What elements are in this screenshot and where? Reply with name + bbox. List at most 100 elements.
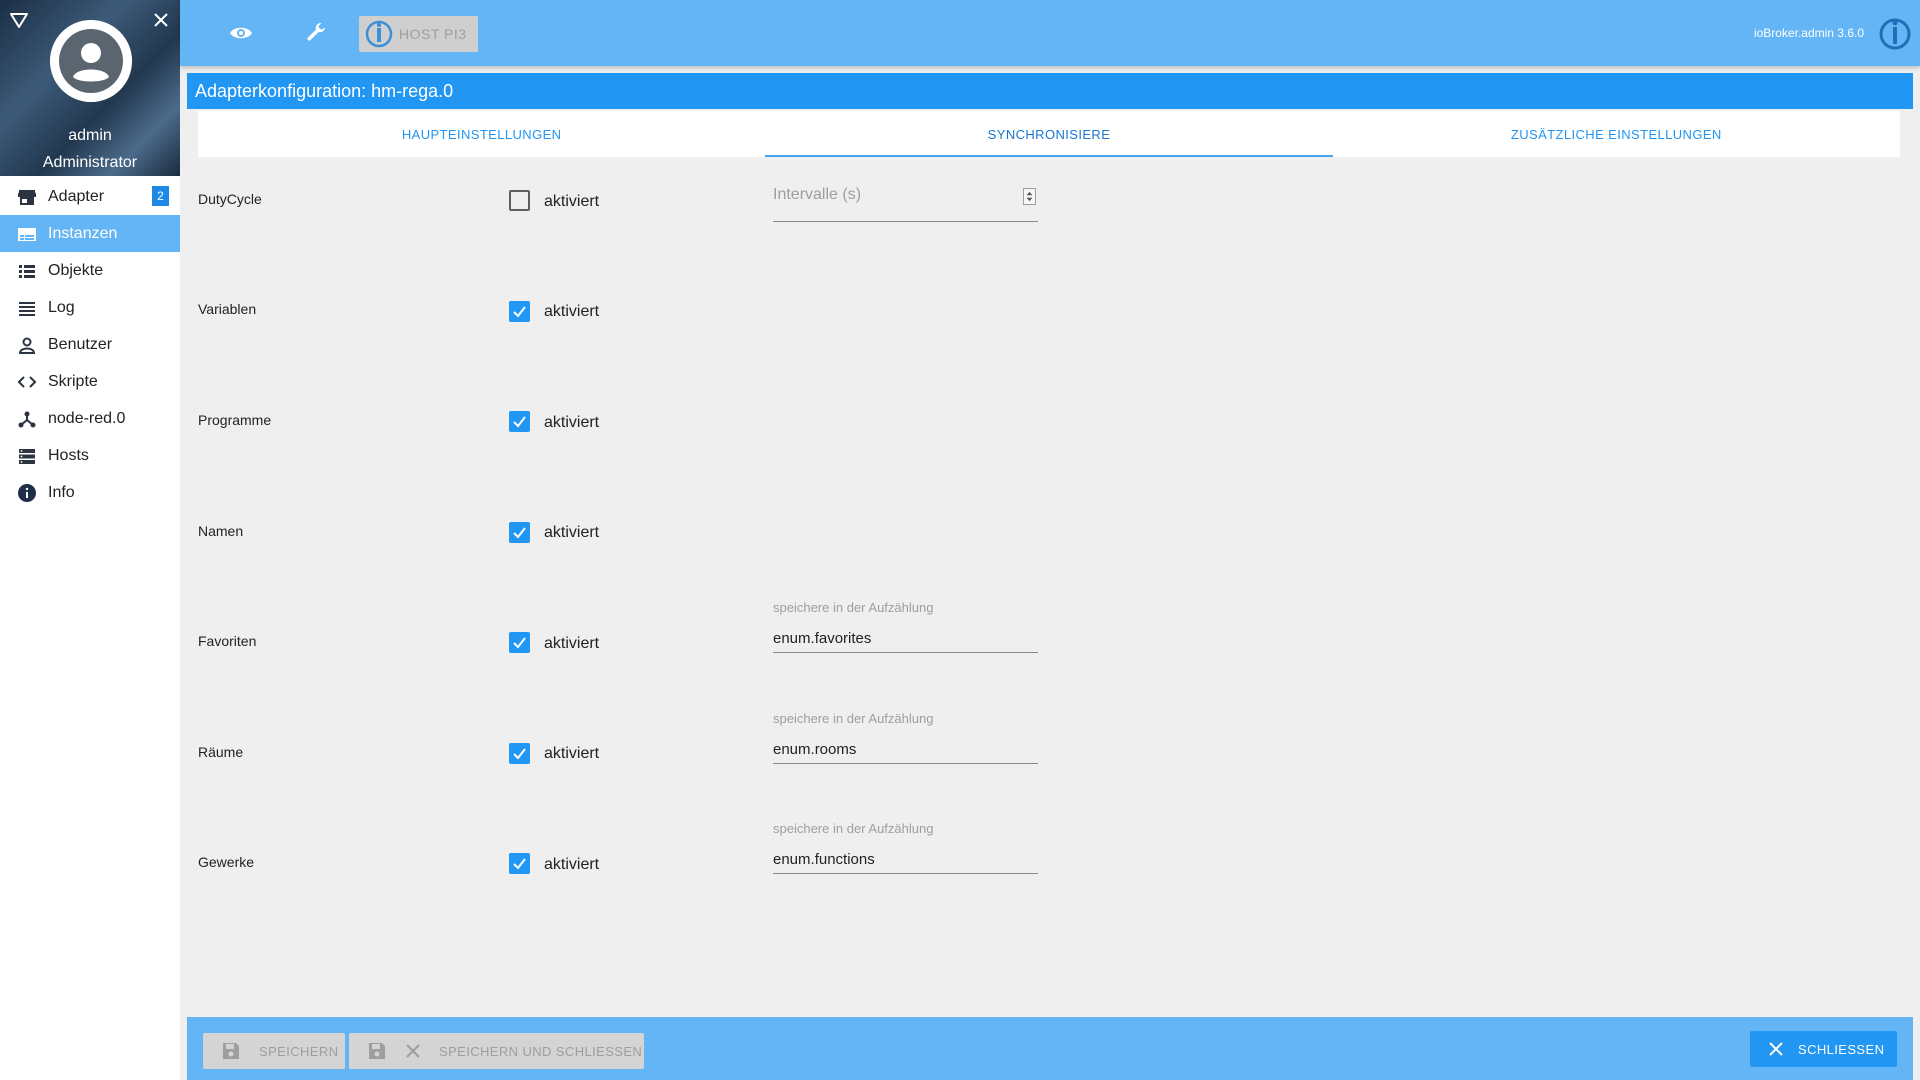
favorites-enum-field[interactable]: speichere in der Aufzählung enum.favorit… [773,600,1038,653]
namen-checkbox-label: aktiviert [544,524,600,541]
wrench-icon[interactable] [299,16,333,50]
dutycycle-label: DutyCycle [198,191,262,207]
person-avatar-icon [50,20,132,102]
sidebar-item-label: node-red.0 [48,409,126,427]
sidebar-item-label: Log [48,298,75,316]
close-icon [406,1044,420,1058]
check-icon [513,527,526,539]
functions-enum-field[interactable]: speichere in der Aufzählung enum.functio… [773,821,1038,874]
variablen-label: Variablen [198,301,257,317]
check-icon [513,637,526,649]
tab-synchronisiere[interactable]: SYNCHRONISIERE [765,111,1333,157]
sidebar-item-benutzer[interactable]: Benutzer [0,326,180,363]
user-role: Administrator [42,154,138,171]
gewerke-label: Gewerke [198,854,255,870]
tab-haupteinstellungen[interactable]: HAUPTEINSTELLUNGEN [198,111,765,157]
check-icon [513,858,526,870]
variablen-checkbox-label: aktiviert [544,303,600,320]
sidebar-item-label: Info [48,483,75,501]
list-icon [16,260,38,282]
favoriten-checkbox-label: aktiviert [544,635,600,652]
dutycycle-checkbox[interactable] [509,190,530,211]
spinner-icon[interactable] [1023,188,1036,205]
check-icon [513,748,526,760]
top-bar: HOST PI3 ioBroker.admin 3.6.0 [180,0,1920,66]
interval-input[interactable]: Intervalle (s) [773,180,1038,222]
sidebar-item-skripte[interactable]: Skripte [0,363,180,400]
person-icon [16,334,38,356]
save-icon [369,1043,385,1059]
tab-zusaetzliche-einstellungen[interactable]: ZUSÄTZLICHE EINSTELLUNGEN [1333,111,1900,157]
close-icon[interactable] [151,10,171,30]
iobroker-logo-icon [1879,18,1911,50]
iobroker-logo-icon [365,20,393,48]
save-and-close-label: SPEICHERN UND SCHLIESSEN [439,1043,643,1059]
sidebar-nav: Adapter 2 Instanzen Objekte Log Benutzer… [0,178,180,511]
save-button-label: SPEICHERN [259,1043,339,1059]
check-icon [513,416,526,428]
host-button[interactable]: HOST PI3 [359,16,478,52]
info-icon [16,482,38,504]
programme-checkbox-label: aktiviert [544,414,600,431]
favorites-enum-input[interactable]: enum.favorites [773,625,1038,653]
interval-placeholder: Intervalle (s) [773,186,862,203]
sidebar-item-label: Objekte [48,261,104,279]
dutycycle-checkbox-label: aktiviert [544,193,600,210]
sidebar-item-hosts[interactable]: Hosts [0,437,180,474]
gewerke-checkbox-label: aktiviert [544,856,600,873]
close-icon [1769,1042,1783,1056]
gewerke-checkbox[interactable] [509,853,530,874]
save-icon [223,1043,239,1059]
sidebar-item-instanzen[interactable]: Instanzen [0,215,180,252]
sidebar-item-label: Instanzen [48,224,118,242]
sidebar-item-label: Benutzer [48,335,113,353]
sidebar-item-info[interactable]: Info [0,474,180,511]
save-and-close-button[interactable]: SPEICHERN UND SCHLIESSEN [349,1033,644,1069]
sidebar-item-label: Hosts [48,446,89,464]
user-name: admin [68,127,112,144]
sidebar-item-label: Skripte [48,372,98,390]
close-button[interactable]: SCHLIESSEN [1750,1031,1897,1067]
close-button-label: SCHLIESSEN [1798,1041,1885,1057]
save-button[interactable]: SPEICHERN [203,1033,345,1069]
sidebar-item-objekte[interactable]: Objekte [0,252,180,289]
favorites-enum-label: speichere in der Aufzählung [773,600,934,615]
raeume-label: Räume [198,744,244,760]
sidebar-item-adapter[interactable]: Adapter 2 [0,178,180,215]
log-icon [16,297,38,319]
page-title: Adapterkonfiguration: hm-rega.0 [187,73,1913,109]
avatar [50,20,132,102]
namen-label: Namen [198,523,244,539]
rooms-enum-input[interactable]: enum.rooms [773,736,1038,764]
rooms-enum-field[interactable]: speichere in der Aufzählung enum.rooms [773,711,1038,764]
functions-enum-input[interactable]: enum.functions [773,846,1038,874]
rooms-enum-label: speichere in der Aufzählung [773,711,934,726]
raeume-checkbox-label: aktiviert [544,745,600,762]
node-red-icon [16,408,38,430]
host-label: HOST PI3 [399,26,467,42]
user-header: admin Administrator [0,0,180,176]
code-icon [16,371,38,393]
programme-checkbox[interactable] [509,411,530,432]
favoriten-checkbox[interactable] [509,632,530,653]
menu-toggle-icon[interactable] [9,10,29,30]
variablen-checkbox[interactable] [509,301,530,322]
check-icon [513,306,526,318]
eye-icon[interactable] [224,16,258,50]
sidebar-item-node-red[interactable]: node-red.0 [0,400,180,437]
store-icon [16,186,38,208]
sidebar-item-log[interactable]: Log [0,289,180,326]
programme-label: Programme [198,412,272,428]
raeume-checkbox[interactable] [509,743,530,764]
tab-bar: HAUPTEINSTELLUNGEN SYNCHRONISIERE ZUSÄTZ… [198,111,1900,157]
sidebar: admin Administrator Adapter 2 Instanzen … [0,0,180,1080]
favoriten-label: Favoriten [198,633,257,649]
instances-icon [16,223,38,245]
hosts-icon [16,445,38,467]
sidebar-item-label: Adapter [48,187,105,205]
update-count-badge: 2 [152,186,169,206]
version-label: ioBroker.admin 3.6.0 [1753,26,1864,40]
bottom-action-bar: SPEICHERN SPEICHERN UND SCHLIESSEN SCHLI… [187,1017,1913,1080]
namen-checkbox[interactable] [509,522,530,543]
functions-enum-label: speichere in der Aufzählung [773,821,934,836]
